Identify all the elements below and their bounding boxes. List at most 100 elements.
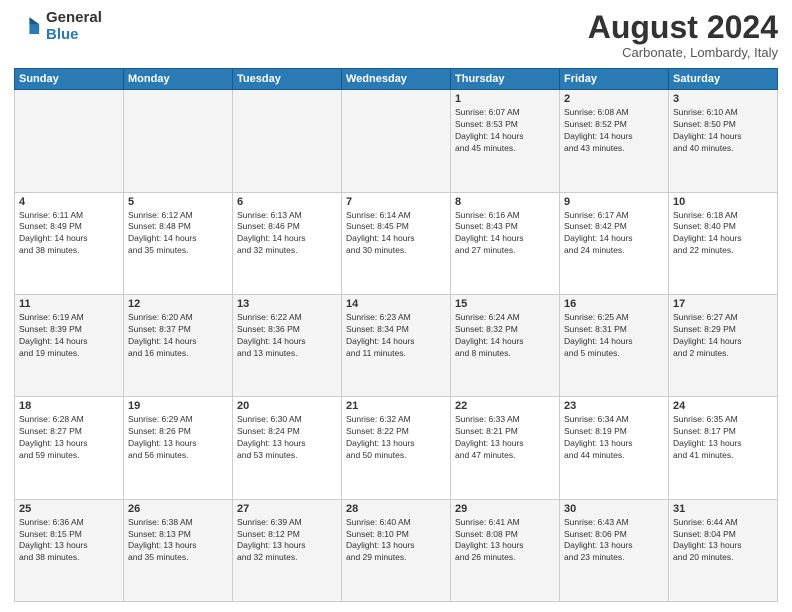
table-row: 18 Sunrise: 6:28 AM Sunset: 8:27 PM Dayli…: [15, 397, 124, 499]
day-info: Sunrise: 6:39 AM Sunset: 8:12 PM Dayligh…: [237, 517, 337, 565]
header: General Blue August 2024 Carbonate, Lomb…: [14, 10, 778, 60]
table-row: 7 Sunrise: 6:14 AM Sunset: 8:45 PM Daylig…: [342, 192, 451, 294]
day-info: Sunrise: 6:24 AM Sunset: 8:32 PM Dayligh…: [455, 312, 555, 360]
calendar-week-4: 18 Sunrise: 6:28 AM Sunset: 8:27 PM Dayli…: [15, 397, 778, 499]
table-row: [342, 90, 451, 192]
month-title: August 2024: [588, 10, 778, 45]
table-row: 12 Sunrise: 6:20 AM Sunset: 8:37 PM Dayli…: [124, 294, 233, 396]
day-number: 22: [455, 400, 555, 412]
table-row: 3 Sunrise: 6:10 AM Sunset: 8:50 PM Daylig…: [669, 90, 778, 192]
calendar-week-2: 4 Sunrise: 6:11 AM Sunset: 8:49 PM Daylig…: [15, 192, 778, 294]
day-number: 25: [19, 503, 119, 515]
table-row: 9 Sunrise: 6:17 AM Sunset: 8:42 PM Daylig…: [560, 192, 669, 294]
logo-blue: Blue: [46, 27, 102, 44]
table-row: 23Sunrise: 6:34 AM Sunset: 8:19 PM Dayli…: [560, 397, 669, 499]
day-info: Sunrise: 6:17 AM Sunset: 8:42 PM Dayligh…: [564, 210, 664, 258]
day-info: Sunrise: 6:33 AM Sunset: 8:21 PM Dayligh…: [455, 414, 555, 462]
day-number: 11: [19, 298, 119, 310]
day-info: Sunrise: 6:12 AM Sunset: 8:48 PM Dayligh…: [128, 210, 228, 258]
day-number: 26: [128, 503, 228, 515]
table-row: 25 Sunrise: 6:36 AM Sunset: 8:15 PM Dayli…: [15, 499, 124, 601]
table-row: 21 Sunrise: 6:32 AM Sunset: 8:22 PM Dayli…: [342, 397, 451, 499]
table-row: 11Sunrise: 6:19 AM Sunset: 8:39 PM Dayli…: [15, 294, 124, 396]
day-number: 21: [346, 400, 446, 412]
day-number: 19: [128, 400, 228, 412]
day-number: 23: [564, 400, 664, 412]
day-number: 14: [346, 298, 446, 310]
day-number: 10: [673, 196, 773, 208]
day-info: Sunrise: 6:32 AM Sunset: 8:22 PM Dayligh…: [346, 414, 446, 462]
table-row: 15 Sunrise: 6:24 AM Sunset: 8:32 PM Dayli…: [451, 294, 560, 396]
title-block: August 2024 Carbonate, Lombardy, Italy: [588, 10, 778, 60]
header-thursday: Thursday: [451, 69, 560, 90]
table-row: 31 Sunrise: 6:44 AM Sunset: 8:04 PM Dayli…: [669, 499, 778, 601]
day-info: Sunrise: 6:28 AM Sunset: 8:27 PM Dayligh…: [19, 414, 119, 462]
table-row: 30Sunrise: 6:43 AM Sunset: 8:06 PM Dayli…: [560, 499, 669, 601]
day-number: 30: [564, 503, 664, 515]
day-info: Sunrise: 6:07 AM Sunset: 8:53 PM Dayligh…: [455, 107, 555, 155]
day-number: 16: [564, 298, 664, 310]
table-row: 14 Sunrise: 6:23 AM Sunset: 8:34 PM Dayli…: [342, 294, 451, 396]
day-info: Sunrise: 6:44 AM Sunset: 8:04 PM Dayligh…: [673, 517, 773, 565]
day-info: Sunrise: 6:40 AM Sunset: 8:10 PM Dayligh…: [346, 517, 446, 565]
table-row: 6Sunrise: 6:13 AM Sunset: 8:46 PM Daylig…: [233, 192, 342, 294]
day-number: 12: [128, 298, 228, 310]
table-row: 22 Sunrise: 6:33 AM Sunset: 8:21 PM Dayli…: [451, 397, 560, 499]
day-number: 8: [455, 196, 555, 208]
table-row: 10 Sunrise: 6:18 AM Sunset: 8:40 PM Dayli…: [669, 192, 778, 294]
logo-general: General: [46, 10, 102, 27]
table-row: 8 Sunrise: 6:16 AM Sunset: 8:43 PM Daylig…: [451, 192, 560, 294]
calendar-header-row: Sunday Monday Tuesday Wednesday Thursday…: [15, 69, 778, 90]
day-number: 20: [237, 400, 337, 412]
table-row: 26Sunrise: 6:38 AM Sunset: 8:13 PM Dayli…: [124, 499, 233, 601]
header-monday: Monday: [124, 69, 233, 90]
day-info: Sunrise: 6:22 AM Sunset: 8:36 PM Dayligh…: [237, 312, 337, 360]
table-row: [233, 90, 342, 192]
day-number: 2: [564, 93, 664, 105]
day-number: 13: [237, 298, 337, 310]
table-row: 13 Sunrise: 6:22 AM Sunset: 8:36 PM Dayli…: [233, 294, 342, 396]
table-row: 19Sunrise: 6:29 AM Sunset: 8:26 PM Dayli…: [124, 397, 233, 499]
logo-text: General Blue: [46, 10, 102, 43]
day-info: Sunrise: 6:20 AM Sunset: 8:37 PM Dayligh…: [128, 312, 228, 360]
day-number: 15: [455, 298, 555, 310]
table-row: 1Sunrise: 6:07 AM Sunset: 8:53 PM Daylig…: [451, 90, 560, 192]
day-number: 28: [346, 503, 446, 515]
day-number: 9: [564, 196, 664, 208]
header-wednesday: Wednesday: [342, 69, 451, 90]
day-number: 7: [346, 196, 446, 208]
table-row: [124, 90, 233, 192]
day-info: Sunrise: 6:11 AM Sunset: 8:49 PM Dayligh…: [19, 210, 119, 258]
day-info: Sunrise: 6:36 AM Sunset: 8:15 PM Dayligh…: [19, 517, 119, 565]
day-info: Sunrise: 6:08 AM Sunset: 8:52 PM Dayligh…: [564, 107, 664, 155]
logo: General Blue: [14, 10, 102, 43]
calendar-week-5: 25 Sunrise: 6:36 AM Sunset: 8:15 PM Dayli…: [15, 499, 778, 601]
day-number: 17: [673, 298, 773, 310]
calendar-week-1: 1Sunrise: 6:07 AM Sunset: 8:53 PM Daylig…: [15, 90, 778, 192]
day-info: Sunrise: 6:14 AM Sunset: 8:45 PM Dayligh…: [346, 210, 446, 258]
table-row: 17Sunrise: 6:27 AM Sunset: 8:29 PM Dayli…: [669, 294, 778, 396]
day-number: 18: [19, 400, 119, 412]
table-row: 5Sunrise: 6:12 AM Sunset: 8:48 PM Daylig…: [124, 192, 233, 294]
day-number: 31: [673, 503, 773, 515]
table-row: 4 Sunrise: 6:11 AM Sunset: 8:49 PM Daylig…: [15, 192, 124, 294]
calendar-week-3: 11Sunrise: 6:19 AM Sunset: 8:39 PM Dayli…: [15, 294, 778, 396]
header-saturday: Saturday: [669, 69, 778, 90]
table-row: 27 Sunrise: 6:39 AM Sunset: 8:12 PM Dayli…: [233, 499, 342, 601]
header-friday: Friday: [560, 69, 669, 90]
table-row: [15, 90, 124, 192]
day-info: Sunrise: 6:35 AM Sunset: 8:17 PM Dayligh…: [673, 414, 773, 462]
day-info: Sunrise: 6:30 AM Sunset: 8:24 PM Dayligh…: [237, 414, 337, 462]
day-number: 27: [237, 503, 337, 515]
header-sunday: Sunday: [15, 69, 124, 90]
day-info: Sunrise: 6:10 AM Sunset: 8:50 PM Dayligh…: [673, 107, 773, 155]
day-info: Sunrise: 6:23 AM Sunset: 8:34 PM Dayligh…: [346, 312, 446, 360]
day-info: Sunrise: 6:25 AM Sunset: 8:31 PM Dayligh…: [564, 312, 664, 360]
day-number: 3: [673, 93, 773, 105]
day-info: Sunrise: 6:16 AM Sunset: 8:43 PM Dayligh…: [455, 210, 555, 258]
day-number: 4: [19, 196, 119, 208]
day-number: 29: [455, 503, 555, 515]
day-number: 6: [237, 196, 337, 208]
table-row: 20 Sunrise: 6:30 AM Sunset: 8:24 PM Dayli…: [233, 397, 342, 499]
day-info: Sunrise: 6:18 AM Sunset: 8:40 PM Dayligh…: [673, 210, 773, 258]
